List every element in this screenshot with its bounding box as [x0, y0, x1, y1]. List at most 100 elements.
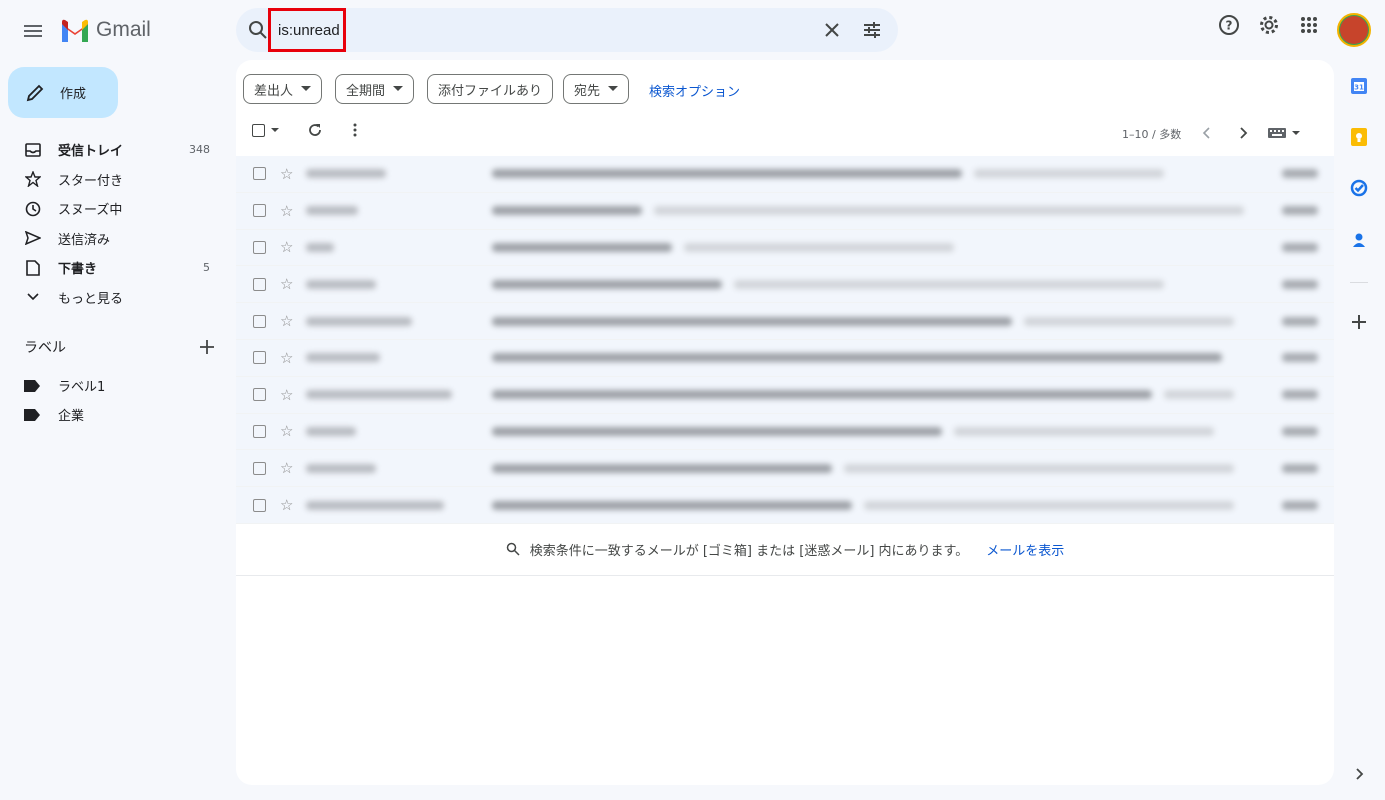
add-label-plus-icon[interactable]: [200, 340, 214, 354]
expand-side-panel-chevron-icon[interactable]: [1348, 763, 1370, 785]
prev-page-chevron-icon[interactable]: [1202, 127, 1212, 139]
row-checkbox[interactable]: [253, 314, 266, 328]
email-row[interactable]: ☆: [236, 450, 1334, 488]
email-date-blurred: [1282, 169, 1318, 179]
email-row[interactable]: ☆: [236, 487, 1334, 524]
email-subject-blurred: [492, 316, 1012, 326]
email-snippet-blurred: [654, 206, 1244, 216]
labels-heading: ラベル: [24, 337, 214, 357]
email-row[interactable]: ☆: [236, 303, 1334, 340]
email-sender-blurred: [306, 206, 358, 216]
filter-to-chip[interactable]: 宛先: [563, 74, 630, 104]
clear-search-icon[interactable]: [822, 20, 842, 40]
email-row[interactable]: ☆: [236, 339, 1334, 377]
rail-divider: [1350, 282, 1368, 283]
checkbox-icon: [252, 123, 265, 137]
dropdown-arrow-icon: [1292, 130, 1300, 135]
star-toggle-icon[interactable]: ☆: [280, 386, 293, 404]
email-row[interactable]: ☆: [236, 376, 1334, 414]
email-sender-blurred: [306, 353, 380, 363]
sidebar-nav: 受信トレイ 348 スター付き スヌーズ中 送信済み 下書き 5 もっと見る: [0, 135, 230, 312]
label-tag-icon: [24, 379, 40, 392]
star-toggle-icon[interactable]: ☆: [280, 312, 293, 330]
apps-grid-icon[interactable]: [1298, 14, 1320, 36]
label-item-company[interactable]: 企業: [24, 405, 84, 424]
row-checkbox[interactable]: [253, 277, 266, 291]
filter-has-attachment-chip[interactable]: 添付ファイルあり: [427, 74, 554, 104]
star-toggle-icon[interactable]: ☆: [280, 459, 293, 477]
filter-from-chip[interactable]: 差出人: [243, 74, 323, 104]
star-toggle-icon[interactable]: ☆: [280, 202, 293, 220]
show-messages-link[interactable]: メールを表示: [986, 540, 1064, 559]
star-toggle-icon[interactable]: ☆: [280, 422, 293, 440]
sidebar-item-clock[interactable]: スヌーズ中: [0, 194, 230, 224]
row-checkbox[interactable]: [253, 240, 266, 254]
sidebar-item-count: 348: [189, 143, 210, 157]
input-tools-toggle[interactable]: [1268, 128, 1300, 138]
email-row[interactable]: ☆: [236, 413, 1334, 451]
pagination-text[interactable]: 1–10 / 多数: [1122, 126, 1181, 142]
search-icon[interactable]: [248, 20, 268, 40]
dropdown-arrow-icon: [301, 86, 312, 91]
search-options-tune-icon[interactable]: [862, 20, 882, 40]
row-checkbox[interactable]: [253, 388, 266, 402]
label-item-label1[interactable]: ラベル1: [24, 376, 105, 395]
email-date-blurred: [1282, 426, 1318, 436]
refresh-icon[interactable]: [307, 122, 323, 138]
sidebar-item-count: 5: [203, 261, 210, 275]
compose-button[interactable]: 作成: [8, 67, 118, 118]
email-row[interactable]: ☆: [236, 156, 1334, 193]
email-subject-blurred: [492, 242, 672, 252]
row-checkbox[interactable]: [253, 498, 266, 512]
email-row[interactable]: ☆: [236, 192, 1334, 230]
sidebar-item-draft[interactable]: 下書き 5: [0, 253, 230, 283]
email-date-blurred: [1282, 463, 1318, 473]
filter-has-attachment-label: 添付ファイルあり: [438, 83, 543, 99]
row-checkbox[interactable]: [253, 204, 266, 218]
sidebar-item-send[interactable]: 送信済み: [0, 224, 230, 254]
select-all-checkbox[interactable]: [252, 123, 279, 137]
row-checkbox[interactable]: [253, 351, 266, 365]
tasks-app-icon[interactable]: [1348, 177, 1370, 199]
star-toggle-icon[interactable]: ☆: [280, 349, 293, 367]
calendar-app-icon[interactable]: 31: [1348, 75, 1370, 97]
email-date-blurred: [1282, 279, 1318, 289]
email-subject-blurred: [492, 353, 1222, 363]
email-row[interactable]: ☆: [236, 266, 1334, 304]
filter-period-chip[interactable]: 全期間: [335, 74, 415, 104]
gmail-logo[interactable]: Gmail: [60, 18, 151, 42]
row-checkbox[interactable]: [253, 424, 266, 438]
search-input[interactable]: [268, 8, 346, 52]
email-sender-blurred: [306, 426, 356, 436]
sidebar-item-inbox[interactable]: 受信トレイ 348: [0, 135, 230, 165]
star-icon: [24, 171, 42, 188]
sidebar-item-star[interactable]: スター付き: [0, 165, 230, 195]
next-page-chevron-icon[interactable]: [1238, 127, 1248, 139]
help-icon[interactable]: ?: [1218, 14, 1240, 36]
star-toggle-icon[interactable]: ☆: [280, 165, 293, 183]
dropdown-arrow-icon: [393, 86, 404, 91]
star-toggle-icon[interactable]: ☆: [280, 496, 293, 514]
contacts-app-icon[interactable]: [1348, 229, 1370, 251]
email-list: ☆ ☆ ☆ ☆ ☆ ☆ ☆ ☆ ☆ ☆: [236, 156, 1334, 524]
sidebar-item-chevron-down[interactable]: もっと見る: [0, 283, 230, 313]
star-toggle-icon[interactable]: ☆: [280, 238, 293, 256]
more-vert-icon[interactable]: [347, 122, 363, 138]
main-menu-button[interactable]: [14, 12, 52, 50]
inbox-icon: [24, 142, 42, 157]
row-checkbox[interactable]: [253, 461, 266, 475]
advanced-search-link[interactable]: 検索オプション: [649, 81, 740, 100]
email-row[interactable]: ☆: [236, 229, 1334, 267]
email-subject-blurred: [492, 426, 942, 436]
settings-gear-icon[interactable]: [1258, 14, 1280, 36]
list-toolbar: [252, 122, 363, 138]
sidebar-item-label: もっと見る: [58, 291, 124, 307]
star-toggle-icon[interactable]: ☆: [280, 275, 293, 293]
row-checkbox[interactable]: [253, 167, 266, 181]
keep-app-icon[interactable]: [1348, 126, 1370, 148]
account-avatar[interactable]: [1337, 13, 1371, 47]
email-snippet-blurred: [844, 463, 1234, 473]
add-addon-plus-icon[interactable]: [1348, 311, 1370, 333]
chevron-down-icon: [24, 293, 42, 301]
email-date-blurred: [1282, 353, 1318, 363]
